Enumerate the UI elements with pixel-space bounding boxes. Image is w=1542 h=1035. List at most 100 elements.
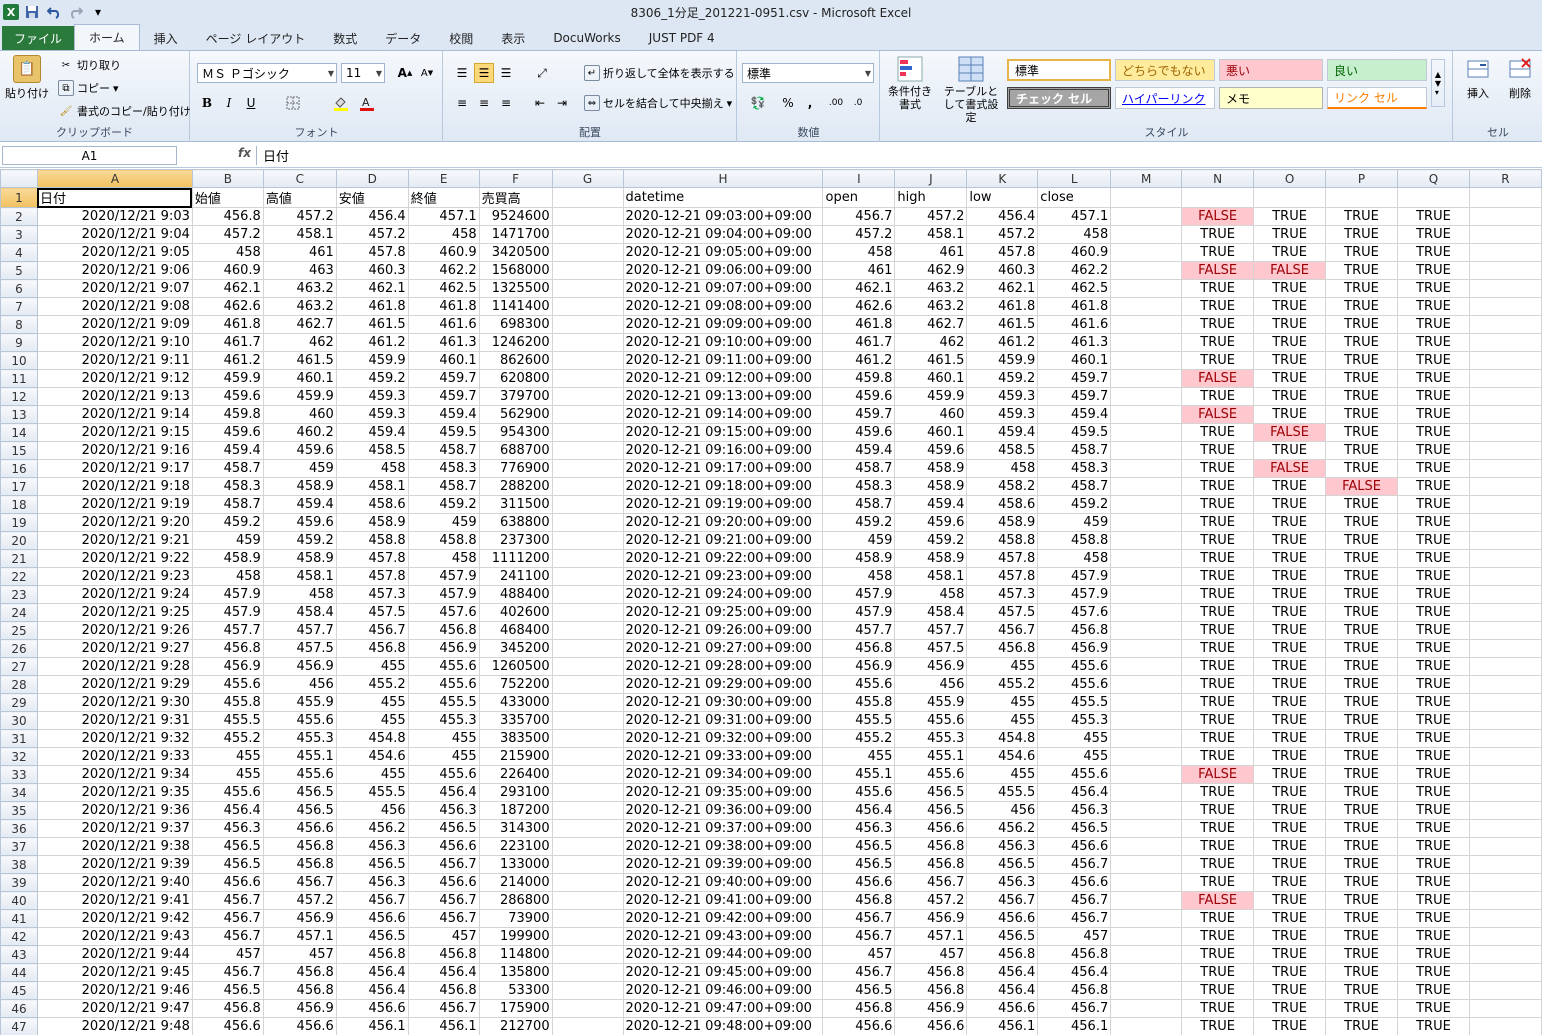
- cell-c12[interactable]: 459.9: [262, 387, 337, 406]
- row-header[interactable]: 35: [0, 801, 38, 820]
- cell-p20[interactable]: TRUE: [1325, 531, 1398, 550]
- cell-f14[interactable]: 954300: [478, 423, 553, 442]
- cell-q18[interactable]: TRUE: [1397, 495, 1470, 514]
- cell-e28[interactable]: 455.6: [407, 675, 480, 694]
- cell-n1[interactable]: [1181, 187, 1255, 208]
- cell-j32[interactable]: 455.1: [894, 747, 968, 766]
- cell-p2[interactable]: TRUE: [1325, 207, 1398, 226]
- cell-h30[interactable]: 2020-12-21 09:31:00+09:00: [622, 711, 824, 730]
- cell-j13[interactable]: 460: [894, 405, 968, 424]
- cell-j8[interactable]: 462.7: [894, 315, 968, 334]
- cell-b22[interactable]: 458: [191, 567, 264, 586]
- cell-n30[interactable]: TRUE: [1181, 711, 1255, 730]
- cell-j7[interactable]: 463.2: [894, 297, 968, 316]
- cell-r31[interactable]: [1468, 729, 1542, 748]
- cell-o42[interactable]: TRUE: [1253, 927, 1327, 946]
- cell-h41[interactable]: 2020-12-21 09:42:00+09:00: [622, 909, 824, 928]
- style-normal[interactable]: 標準: [1007, 59, 1111, 81]
- cell-f36[interactable]: 314300: [478, 819, 553, 838]
- font-name-select[interactable]: ＭＳ Ｐゴシック ▼: [197, 63, 337, 83]
- cell-o13[interactable]: TRUE: [1253, 405, 1327, 424]
- cell-g46[interactable]: [551, 999, 624, 1018]
- cell-r4[interactable]: [1468, 243, 1542, 262]
- cell-i46[interactable]: 456.8: [822, 999, 896, 1018]
- row-header[interactable]: 34: [0, 783, 38, 802]
- cell-q28[interactable]: TRUE: [1397, 675, 1470, 694]
- cell-a43[interactable]: 2020/12/21 9:44: [36, 945, 193, 964]
- cell-g40[interactable]: [551, 891, 624, 910]
- cell-k15[interactable]: 458.5: [966, 441, 1039, 460]
- cell-g23[interactable]: [551, 585, 624, 604]
- cell-b13[interactable]: 459.8: [191, 405, 264, 424]
- cell-b24[interactable]: 457.9: [191, 603, 264, 622]
- cell-n15[interactable]: TRUE: [1181, 441, 1255, 460]
- cell-h23[interactable]: 2020-12-21 09:24:00+09:00: [622, 585, 824, 604]
- cell-m35[interactable]: [1110, 801, 1183, 820]
- cell-n40[interactable]: FALSE: [1181, 891, 1255, 910]
- cell-m3[interactable]: [1110, 225, 1183, 244]
- cell-e30[interactable]: 455.3: [407, 711, 480, 730]
- cell-q6[interactable]: TRUE: [1397, 279, 1470, 298]
- row-header[interactable]: 22: [0, 567, 38, 586]
- cell-k25[interactable]: 456.7: [966, 621, 1039, 640]
- font-size-select[interactable]: 11 ▼: [341, 63, 385, 83]
- cell-n13[interactable]: FALSE: [1181, 405, 1255, 424]
- cell-e43[interactable]: 456.8: [407, 945, 480, 964]
- formula-input[interactable]: 日付: [256, 146, 1540, 165]
- row-header[interactable]: 18: [0, 495, 38, 514]
- delete-cells-button[interactable]: 削除: [1500, 55, 1540, 101]
- cell-m14[interactable]: [1110, 423, 1183, 442]
- cell-d44[interactable]: 456.4: [335, 963, 409, 982]
- cell-p33[interactable]: TRUE: [1325, 765, 1398, 784]
- cell-j11[interactable]: 460.1: [894, 369, 968, 388]
- cell-o18[interactable]: TRUE: [1253, 495, 1327, 514]
- row-header[interactable]: 38: [0, 855, 38, 874]
- cell-n28[interactable]: TRUE: [1181, 675, 1255, 694]
- cell-i35[interactable]: 456.4: [822, 801, 896, 820]
- cell-f32[interactable]: 215900: [478, 747, 553, 766]
- cell-m2[interactable]: [1110, 207, 1183, 226]
- cell-d18[interactable]: 458.6: [335, 495, 409, 514]
- cell-e20[interactable]: 458.8: [407, 531, 480, 550]
- cell-k2[interactable]: 456.4: [966, 207, 1039, 226]
- cell-g30[interactable]: [551, 711, 624, 730]
- cell-c21[interactable]: 458.9: [262, 549, 337, 568]
- cell-l16[interactable]: 458.3: [1037, 459, 1112, 478]
- cell-f35[interactable]: 187200: [478, 801, 553, 820]
- cell-p28[interactable]: TRUE: [1325, 675, 1398, 694]
- column-header-b[interactable]: B: [191, 169, 264, 188]
- cell-q31[interactable]: TRUE: [1397, 729, 1470, 748]
- cell-i22[interactable]: 458: [822, 567, 896, 586]
- cell-g25[interactable]: [551, 621, 624, 640]
- column-header-n[interactable]: N: [1181, 169, 1255, 188]
- cell-e10[interactable]: 460.1: [407, 351, 480, 370]
- cell-b42[interactable]: 456.7: [191, 927, 264, 946]
- cell-j21[interactable]: 458.9: [894, 549, 968, 568]
- cell-b28[interactable]: 455.6: [191, 675, 264, 694]
- row-header[interactable]: 11: [0, 369, 38, 388]
- cell-g34[interactable]: [551, 783, 624, 802]
- cell-j47[interactable]: 456.6: [894, 1017, 968, 1035]
- cell-b47[interactable]: 456.6: [191, 1017, 264, 1035]
- cell-n29[interactable]: TRUE: [1181, 693, 1255, 712]
- cell-q37[interactable]: TRUE: [1397, 837, 1470, 856]
- cell-a32[interactable]: 2020/12/21 9:33: [36, 747, 193, 766]
- cell-i5[interactable]: 461: [822, 261, 896, 280]
- row-header[interactable]: 36: [0, 819, 38, 838]
- cell-h11[interactable]: 2020-12-21 09:12:00+09:00: [622, 369, 824, 388]
- cell-g27[interactable]: [551, 657, 624, 676]
- cell-i19[interactable]: 459.2: [822, 513, 896, 532]
- cell-k3[interactable]: 457.2: [966, 225, 1039, 244]
- cell-a20[interactable]: 2020/12/21 9:21: [36, 531, 193, 550]
- name-box[interactable]: A1: [2, 146, 177, 165]
- cell-g28[interactable]: [551, 675, 624, 694]
- cell-f31[interactable]: 383500: [478, 729, 553, 748]
- cell-c1[interactable]: 高値: [262, 187, 337, 208]
- cell-q44[interactable]: TRUE: [1397, 963, 1470, 982]
- cell-q16[interactable]: TRUE: [1397, 459, 1470, 478]
- cell-m16[interactable]: [1110, 459, 1183, 478]
- insert-cells-button[interactable]: 挿入: [1458, 55, 1498, 101]
- cell-e15[interactable]: 458.7: [407, 441, 480, 460]
- cell-p6[interactable]: TRUE: [1325, 279, 1398, 298]
- cell-o10[interactable]: TRUE: [1253, 351, 1327, 370]
